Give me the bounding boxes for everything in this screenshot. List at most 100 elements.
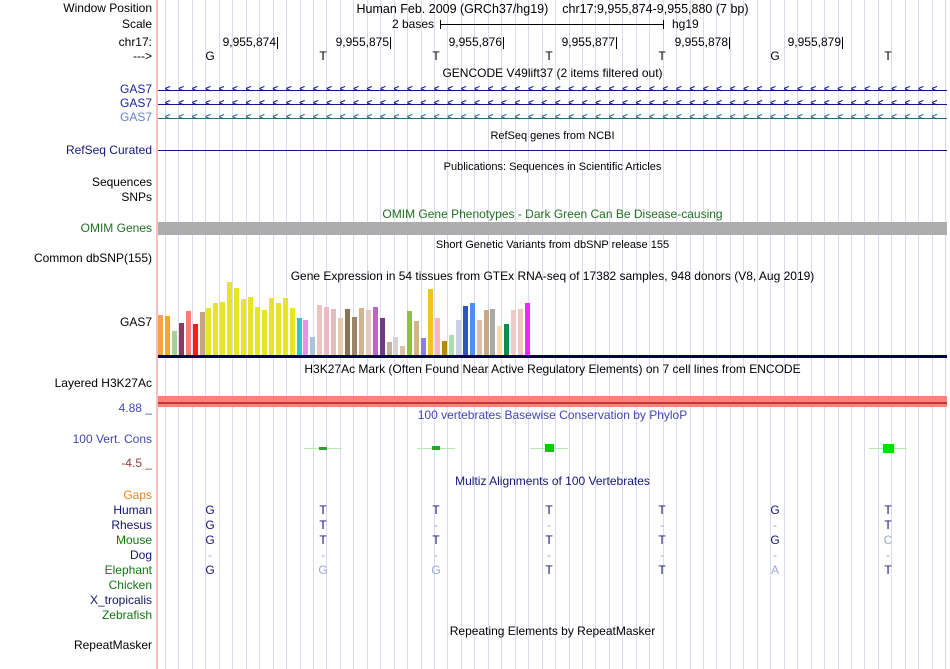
gtex-expression-bar[interactable] xyxy=(303,320,309,355)
gtex-expression-bar[interactable] xyxy=(504,324,510,355)
omim-gene-bar[interactable] xyxy=(158,222,947,235)
track-label-100-vert-cons[interactable]: 100 Vert. Cons xyxy=(73,433,152,446)
gtex-expression-bar[interactable] xyxy=(331,309,337,355)
left-arrow-icon: < xyxy=(568,84,575,95)
gtex-expression-bar[interactable] xyxy=(469,303,475,355)
refseq-curated-line[interactable] xyxy=(158,150,947,151)
track-label-species-human[interactable]: Human xyxy=(113,504,152,517)
gtex-expression-bar[interactable] xyxy=(241,299,247,355)
gtex-expression-bar[interactable] xyxy=(220,302,226,355)
track-label-omim-genes[interactable]: OMIM Genes xyxy=(81,222,152,235)
multiz-base-dog: - xyxy=(773,548,777,562)
h3k27ac-title: H3K27Ac Mark (Often Found Near Active Re… xyxy=(304,362,801,376)
track-label-gtex-gene[interactable]: GAS7 xyxy=(120,316,152,329)
track-label-gas7-1[interactable]: GAS7 xyxy=(120,83,152,96)
left-arrow-icon: < xyxy=(648,84,655,95)
gtex-expression-bar[interactable] xyxy=(296,318,302,355)
gtex-expression-bar[interactable] xyxy=(289,308,295,355)
gtex-expression-bar[interactable] xyxy=(324,307,330,355)
track-label-sequences[interactable]: Sequences xyxy=(92,176,152,189)
track-label-species-elephant[interactable]: Elephant xyxy=(105,564,152,577)
gtex-expression-bar[interactable] xyxy=(310,337,316,355)
track-label-refseq-curated[interactable]: RefSeq Curated xyxy=(66,144,152,157)
track-label-species-mouse[interactable]: Mouse xyxy=(116,534,152,547)
left-arrow-icon: < xyxy=(689,84,696,95)
left-arrow-icon: < xyxy=(178,112,185,123)
gtex-expression-bar[interactable] xyxy=(206,308,212,355)
gtex-expression-bar[interactable] xyxy=(351,317,357,355)
track-label-repeatmasker[interactable]: RepeatMasker xyxy=(74,639,152,652)
gtex-expression-bar[interactable] xyxy=(455,320,461,355)
gtex-expression-bar[interactable] xyxy=(317,305,323,355)
left-arrow-icon: < xyxy=(433,84,440,95)
track-label-snps[interactable]: SNPs xyxy=(121,191,152,204)
multiz-base-mouse: T xyxy=(658,533,666,547)
gtex-expression-bar[interactable] xyxy=(407,311,413,355)
track-label-species-chicken[interactable]: Chicken xyxy=(109,579,152,592)
gtex-expression-bar[interactable] xyxy=(268,298,274,355)
gtex-expression-bar[interactable] xyxy=(282,298,288,355)
gtex-expression-bar[interactable] xyxy=(462,306,468,355)
gtex-expression-bar[interactable] xyxy=(261,310,267,355)
gtex-expression-bar[interactable] xyxy=(171,331,177,355)
gtex-expression-bar[interactable] xyxy=(234,288,240,355)
track-label-species-rhesus[interactable]: Rhesus xyxy=(111,519,152,532)
gtex-expression-bar[interactable] xyxy=(379,318,385,355)
gtex-expression-bar[interactable] xyxy=(428,289,434,355)
gtex-expression-bar[interactable] xyxy=(483,310,489,355)
left-arrow-icon: < xyxy=(527,112,534,123)
gtex-expression-bar[interactable] xyxy=(358,308,364,355)
gtex-expression-bar[interactable] xyxy=(421,338,427,355)
gtex-expression-bar[interactable] xyxy=(345,309,350,355)
gtex-expression-bar[interactable] xyxy=(365,310,371,355)
gtex-expression-bar[interactable] xyxy=(338,318,344,355)
gtex-expression-bar[interactable] xyxy=(254,307,260,355)
gtex-expression-bar[interactable] xyxy=(199,312,205,355)
left-arrow-icon: < xyxy=(514,98,521,109)
gtex-expression-bar[interactable] xyxy=(448,335,454,355)
gtex-expression-bar[interactable] xyxy=(372,307,378,355)
gtex-expression-bar[interactable] xyxy=(275,303,281,355)
gtex-expression-bar[interactable] xyxy=(227,282,233,355)
track-label-species-zebrafish[interactable]: Zebrafish xyxy=(102,609,152,622)
gtex-expression-bar[interactable] xyxy=(185,311,191,355)
gtex-expression-bar[interactable] xyxy=(525,303,531,355)
gtex-expression-bar[interactable] xyxy=(158,315,163,355)
coordinate-label: 9,955,875 xyxy=(335,35,389,49)
gtex-expression-bar[interactable] xyxy=(248,297,254,355)
gtex-expression-bar[interactable] xyxy=(435,318,441,355)
gtex-expression-bar[interactable] xyxy=(511,310,517,355)
track-label-gas7-3[interactable]: GAS7 xyxy=(120,111,152,124)
gtex-expression-bar[interactable] xyxy=(490,309,496,355)
track-label-species-x_tropicalis[interactable]: X_tropicalis xyxy=(90,594,152,607)
track-label-species-gaps[interactable]: Gaps xyxy=(123,489,152,502)
multiz-base-elephant: T xyxy=(545,563,553,577)
conservation-score-mark xyxy=(544,444,554,452)
track-label-species-dog[interactable]: Dog xyxy=(130,549,152,562)
track-label-gas7-2[interactable]: GAS7 xyxy=(120,97,152,110)
gtex-expression-bar[interactable] xyxy=(441,341,447,355)
gtex-expression-bar[interactable] xyxy=(213,303,219,355)
window-position-header: Human Feb. 2009 (GRCh37/hg19) chr17:9,95… xyxy=(158,2,947,16)
conservation-title: 100 vertebrates Basewise Conservation by… xyxy=(417,408,688,422)
gtex-expression-bar[interactable] xyxy=(393,337,399,355)
left-arrow-icon: < xyxy=(541,84,548,95)
gtex-expression-bar[interactable] xyxy=(518,309,524,355)
gtex-expression-bar[interactable] xyxy=(386,342,392,355)
left-arrow-icon: < xyxy=(312,84,319,95)
track-label-layered-h3k27ac[interactable]: Layered H3K27Ac xyxy=(55,377,152,390)
gtex-expression-bar[interactable] xyxy=(178,323,184,355)
gtex-expression-bar[interactable] xyxy=(400,346,406,355)
left-arrow-icon: < xyxy=(527,98,534,109)
gtex-expression-bar[interactable] xyxy=(476,320,482,355)
left-arrow-icon: < xyxy=(285,112,292,123)
gtex-expression-bar[interactable] xyxy=(164,316,170,355)
gtex-expression-bar[interactable] xyxy=(192,324,198,355)
gtex-expression-bar[interactable] xyxy=(497,326,503,355)
left-arrow-icon: < xyxy=(393,112,400,123)
publications-title: Publications: Sequences in Scientific Ar… xyxy=(443,161,662,173)
left-arrow-icon: < xyxy=(541,98,548,109)
left-arrow-icon: < xyxy=(420,98,427,109)
track-label-common-dbsnp[interactable]: Common dbSNP(155) xyxy=(34,252,152,265)
gtex-expression-bar[interactable] xyxy=(414,321,420,355)
